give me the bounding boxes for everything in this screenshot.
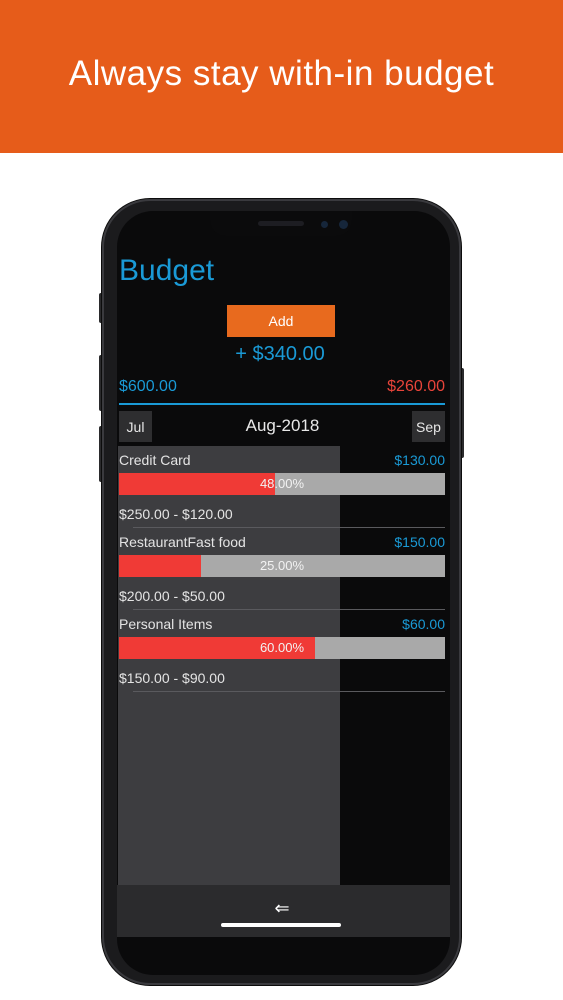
category-range: $250.00 - $120.00 <box>119 506 233 522</box>
page-title: Budget <box>119 254 215 287</box>
previous-month-button[interactable]: Jul <box>119 411 152 442</box>
sensor-icon <box>339 220 348 229</box>
home-indicator[interactable] <box>221 923 341 927</box>
row-separator <box>133 609 445 610</box>
category-name[interactable]: RestaurantFast food <box>119 534 246 550</box>
current-month-label: Aug-2018 <box>245 416 320 435</box>
category-progress-bar: 48.00% <box>119 473 445 495</box>
progress-percent: 60.00% <box>259 640 305 655</box>
promo-banner: Always stay with-in budget <box>0 0 563 153</box>
category-amount: $150.00 <box>394 534 445 550</box>
speaker-grille <box>258 221 304 226</box>
front-camera-icon <box>321 221 328 228</box>
category-range: $150.00 - $90.00 <box>119 670 225 686</box>
category-progress-bar: 60.00% <box>119 637 445 659</box>
divider <box>119 403 445 405</box>
category-name[interactable]: Credit Card <box>119 452 191 468</box>
category-range: $200.00 - $50.00 <box>119 588 225 604</box>
progress-percent: 48.00% <box>259 476 305 491</box>
back-arrow-icon[interactable]: ⇐ <box>270 898 294 918</box>
row-separator <box>133 691 445 692</box>
category-progress-bar: 25.00% <box>119 555 445 577</box>
remaining-balance: + $340.00 <box>235 343 325 365</box>
next-month-button[interactable]: Sep <box>412 411 445 442</box>
banner-headline: Always stay with-in budget <box>68 53 495 93</box>
category-amount: $130.00 <box>394 452 445 468</box>
row-separator <box>133 527 445 528</box>
progress-percent: 25.00% <box>259 558 305 573</box>
category-amount: $60.00 <box>402 616 445 632</box>
total-budget-amount: $600.00 <box>119 378 177 395</box>
add-button[interactable]: Add <box>227 305 335 337</box>
total-spent-amount: $260.00 <box>387 378 445 395</box>
category-name[interactable]: Personal Items <box>119 616 212 632</box>
